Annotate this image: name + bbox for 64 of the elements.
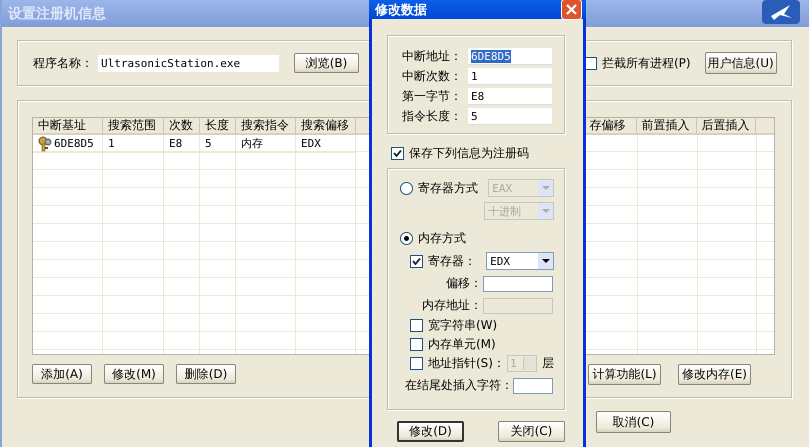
table-cell: 5 bbox=[200, 135, 236, 153]
table-cell: 内存 bbox=[236, 135, 296, 153]
input-field[interactable]: E8 bbox=[468, 88, 552, 105]
key-icon bbox=[38, 136, 52, 152]
action-button[interactable]: 修改(M) bbox=[104, 364, 164, 384]
field-label: 偏移： bbox=[445, 275, 482, 292]
dialog-button[interactable]: 关闭(C) bbox=[498, 421, 565, 442]
checkbox-label: 内存单元(M) bbox=[428, 336, 496, 353]
field-label: 指令长度： bbox=[401, 108, 462, 125]
field-label: 内存地址： bbox=[421, 297, 482, 314]
table-cell: 1 bbox=[103, 135, 164, 153]
input-field[interactable]: 5 bbox=[468, 108, 552, 125]
dialog-button[interactable]: 修改(D) bbox=[397, 421, 464, 442]
register-dropdown[interactable]: EDX bbox=[486, 252, 554, 270]
checkbox[interactable] bbox=[391, 147, 404, 160]
program-name-field[interactable]: UltrasonicStation.exe bbox=[98, 54, 279, 72]
caret-icon bbox=[542, 259, 550, 263]
column-header[interactable]: 搜索偏移 bbox=[296, 118, 356, 133]
column-header[interactable]: 前置插入 bbox=[636, 118, 697, 133]
radio-label: 内存方式 bbox=[418, 230, 466, 247]
close-icon[interactable] bbox=[561, 0, 582, 20]
bird-icon[interactable] bbox=[762, 0, 800, 24]
column-header[interactable]: 后置插入 bbox=[696, 118, 756, 133]
dialog-title: 修改数据 bbox=[375, 2, 427, 18]
field-label: 在结尾处插入字符： bbox=[405, 377, 513, 394]
radio-button[interactable] bbox=[400, 182, 413, 194]
column-header[interactable]: 次数 bbox=[164, 118, 200, 133]
cancel-button[interactable]: 取消(C) bbox=[596, 411, 671, 433]
checkbox[interactable] bbox=[410, 319, 423, 332]
browse-button[interactable]: 浏览(B) bbox=[294, 53, 359, 73]
table-cell: EDX bbox=[296, 135, 356, 153]
column-header[interactable]: 中断基址 bbox=[33, 118, 103, 133]
radio-label: 寄存器方式 bbox=[418, 180, 479, 196]
radio-button[interactable] bbox=[400, 232, 413, 245]
action-button[interactable]: 修改内存(E) bbox=[678, 364, 751, 385]
caret-icon bbox=[542, 186, 550, 190]
user-info-button[interactable]: 用户信息(U) bbox=[704, 52, 777, 74]
action-button[interactable]: 计算功能(L) bbox=[588, 364, 661, 385]
insert-field[interactable] bbox=[513, 378, 553, 394]
checkbox-label: 拦截所有进程(P) bbox=[602, 54, 691, 72]
action-button[interactable]: 添加(A) bbox=[32, 364, 92, 384]
checkbox[interactable] bbox=[410, 338, 423, 351]
caret-icon bbox=[542, 209, 550, 213]
field-label: 中断次数： bbox=[401, 68, 462, 85]
program-name-label: 程序名称： bbox=[33, 54, 94, 72]
field-label: 第一字节： bbox=[401, 88, 462, 105]
table-cell: E8 bbox=[164, 135, 200, 153]
checkbox-label: 保存下列信息为注册码 bbox=[409, 145, 529, 162]
checkbox[interactable] bbox=[410, 357, 423, 370]
field-label: 中断地址： bbox=[401, 48, 462, 65]
checkbox-label: 宽字符串(W) bbox=[428, 317, 498, 334]
table-cell: 6DE8D5 bbox=[33, 135, 103, 153]
checkbox-label: 地址指针(S)： bbox=[428, 355, 505, 372]
column-header[interactable]: 搜索范围 bbox=[103, 118, 164, 133]
column-header[interactable]: 搜索指令 bbox=[236, 118, 296, 133]
input-field[interactable]: 6DE8D5 bbox=[468, 48, 552, 65]
checkbox[interactable] bbox=[410, 254, 423, 268]
offset-field[interactable] bbox=[483, 276, 553, 292]
window-title: 设置注册机信息 bbox=[8, 4, 106, 22]
column-header[interactable]: 长度 bbox=[200, 118, 236, 133]
action-button[interactable]: 删除(D) bbox=[176, 364, 236, 384]
input-field[interactable]: 1 bbox=[468, 68, 552, 85]
checkbox-label: 寄存器： bbox=[428, 252, 477, 270]
unit-label: 层 bbox=[542, 355, 554, 372]
